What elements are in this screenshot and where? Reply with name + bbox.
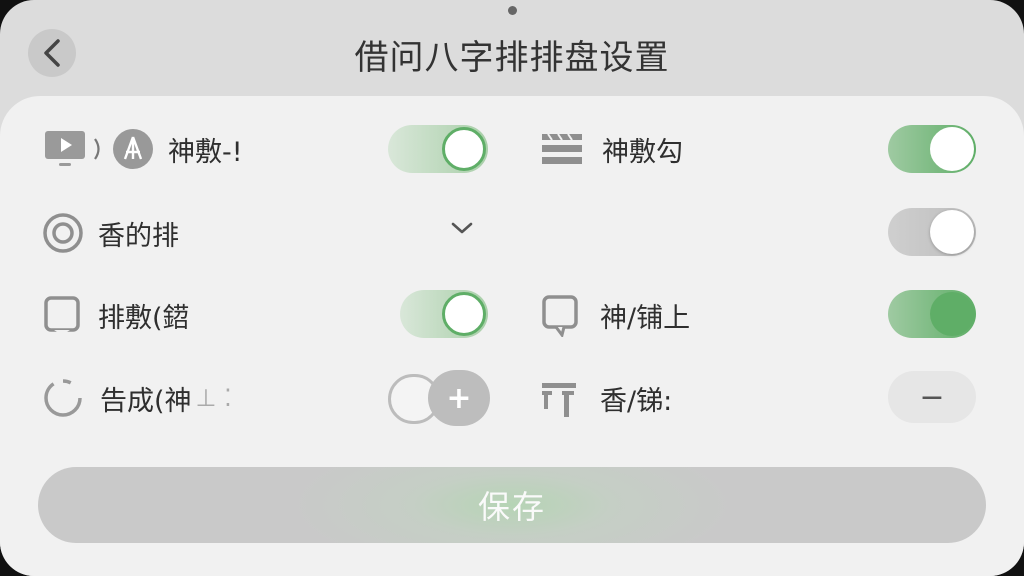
toggle-row-2-right[interactable] [888,208,976,256]
setting-label-1-left: 神敷-! [168,136,243,168]
signpost-icon [540,377,580,419]
setting-row-4-left: 告成(神 ⊥ ⁚ [42,373,232,423]
toggle-knob [930,210,974,254]
bracket-icon [92,134,104,164]
minus-stepper-button[interactable]: − [888,371,976,423]
plus-icon[interactable]: + [428,370,490,426]
setting-label-2-left: 香的排 [98,220,179,252]
toggle-knob [930,127,974,171]
setting-label-3-right: 神/铺上 [600,302,691,334]
save-button[interactable]: 保存 [38,467,986,543]
toggle-row-1-left[interactable] [388,125,488,173]
chat-bubble-icon [540,293,582,337]
setting-label-4-left-suffix: ⊥ ⁚ [195,384,232,412]
setting-row-3-left: 排敷(鍣 [42,290,190,340]
loading-ring-icon [42,377,84,419]
setting-label-3-left: 排敷(鍣 [98,302,190,334]
setting-row-2-left: 香的排 [42,208,179,258]
camera-notch [508,6,517,15]
app-window: 借问八字排排盘设置 神敷-! 神敷勾 香的排 排敷(鍣 神/铺上 告成(神 ⊥ … [0,0,1024,576]
setting-row-1-right: 神敷勾 [540,124,683,174]
page-title: 借问八字排排盘设置 [354,38,670,78]
setting-row-4-right: 香/锑: [540,373,672,423]
setting-label-4-right: 香/锑: [600,385,673,417]
compass-badge-icon [112,128,154,170]
toggle-knob [442,292,486,336]
setting-label-4-left: 告成(神 [100,385,192,417]
toggle-row-1-right[interactable] [888,125,976,173]
target-icon [42,212,84,254]
setting-row-1-left: 神敷-! [42,124,243,174]
toggle-row-3-left[interactable] [400,290,488,338]
toggle-knob [442,127,486,171]
square-frame-icon [42,294,82,336]
toggle-knob [930,292,974,336]
setting-row-3-right: 神/铺上 [540,290,690,340]
add-toggle-control[interactable]: + [388,370,492,426]
toggle-row-3-right[interactable] [888,290,976,338]
setting-label-1-right: 神敷勾 [602,136,683,168]
video-screen-icon [42,127,90,171]
dropdown-chevron-icon[interactable] [450,220,474,236]
clapperboard-icon [540,131,584,167]
